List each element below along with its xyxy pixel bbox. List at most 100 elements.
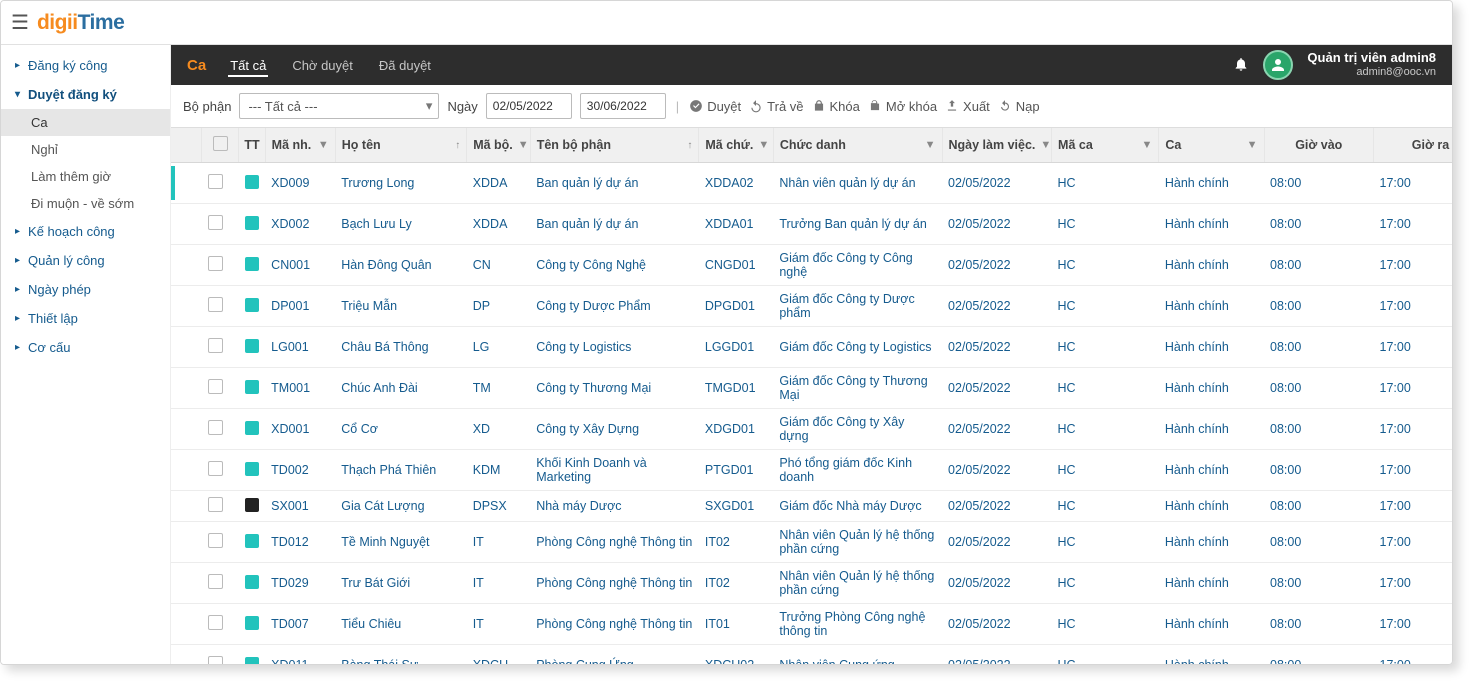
cell-ma-nv[interactable]: TD007: [265, 604, 335, 645]
sidebar-item[interactable]: Quản lý công: [1, 246, 170, 275]
cell-ngay[interactable]: 02/05/2022: [942, 327, 1052, 368]
cell-ma-bp[interactable]: XDDA: [467, 163, 531, 204]
cell-ten-bp[interactable]: Công ty Xây Dựng: [530, 409, 699, 450]
row-checkbox[interactable]: [208, 379, 223, 394]
cell-ma-bp[interactable]: XDCU: [467, 645, 531, 665]
cell-chuc-danh[interactable]: Giám đốc Công ty Dược phẩm: [773, 286, 942, 327]
cell-gio-ra[interactable]: 17:00: [1374, 522, 1452, 563]
cell-ca[interactable]: Hành chính: [1159, 163, 1264, 204]
cell-ma-cd[interactable]: IT02: [699, 563, 773, 604]
cell-gio-ra[interactable]: 17:00: [1374, 327, 1452, 368]
cell-ma-ca[interactable]: HC: [1052, 286, 1159, 327]
cell-ma-nv[interactable]: TD002: [265, 450, 335, 491]
table-row[interactable]: LG001Châu Bá ThôngLGCông ty LogisticsLGG…: [171, 327, 1452, 368]
row-checkbox[interactable]: [208, 215, 223, 230]
approve-button[interactable]: Duyệt: [689, 99, 741, 114]
cell-ngay[interactable]: 02/05/2022: [942, 163, 1052, 204]
dept-select[interactable]: --- Tất cả ---: [239, 93, 439, 119]
cell-ho-ten[interactable]: Chúc Anh Đài: [335, 368, 466, 409]
cell-ma-cd[interactable]: XDDA02: [699, 163, 773, 204]
lock-button[interactable]: Khóa: [812, 99, 860, 114]
data-grid[interactable]: TT Mã nh.▼ Họ tên↑ Mã bộ.▼ Tên bộ phận↑ …: [171, 128, 1452, 664]
select-all-checkbox[interactable]: [213, 136, 228, 151]
tab[interactable]: Tất cả: [228, 54, 268, 77]
cell-ca[interactable]: Hành chính: [1159, 450, 1264, 491]
cell-ma-cd[interactable]: IT01: [699, 604, 773, 645]
bell-icon[interactable]: [1233, 56, 1249, 75]
cell-ca[interactable]: Hành chính: [1159, 645, 1264, 665]
cell-ma-ca[interactable]: HC: [1052, 409, 1159, 450]
cell-ma-nv[interactable]: TD012: [265, 522, 335, 563]
date-to-input[interactable]: [580, 93, 666, 119]
col-chuc-danh[interactable]: Chức danh▼: [773, 128, 942, 163]
table-row[interactable]: XD009Trương LongXDDABan quản lý dự ánXDD…: [171, 163, 1452, 204]
col-tt[interactable]: TT: [239, 128, 265, 163]
cell-chuc-danh[interactable]: Trưởng Ban quản lý dự án: [773, 204, 942, 245]
cell-gio-ra[interactable]: 17:00: [1374, 645, 1452, 665]
cell-gio-vao[interactable]: 08:00: [1264, 204, 1374, 245]
sidebar-item[interactable]: Kế hoạch công: [1, 217, 170, 246]
sidebar-sub-item[interactable]: Nghỉ: [1, 136, 170, 163]
cell-ma-bp[interactable]: LG: [467, 327, 531, 368]
avatar[interactable]: [1263, 50, 1293, 80]
cell-ca[interactable]: Hành chính: [1159, 522, 1264, 563]
cell-ma-ca[interactable]: HC: [1052, 327, 1159, 368]
cell-ho-ten[interactable]: Bạch Lưu Ly: [335, 204, 466, 245]
cell-ma-cd[interactable]: IT02: [699, 522, 773, 563]
cell-ma-nv[interactable]: SX001: [265, 491, 335, 522]
cell-ma-cd[interactable]: PTGD01: [699, 450, 773, 491]
cell-chuc-danh[interactable]: Nhân viên Quản lý hệ thống phần cứng: [773, 522, 942, 563]
cell-ma-bp[interactable]: XDDA: [467, 204, 531, 245]
cell-ho-ten[interactable]: Tiểu Chiêu: [335, 604, 466, 645]
cell-ten-bp[interactable]: Phòng Công nghệ Thông tin: [530, 563, 699, 604]
cell-chuc-danh[interactable]: Giám đốc Công ty Công nghệ: [773, 245, 942, 286]
row-checkbox[interactable]: [208, 338, 223, 353]
cell-ma-nv[interactable]: XD001: [265, 409, 335, 450]
cell-ma-ca[interactable]: HC: [1052, 450, 1159, 491]
table-row[interactable]: TD002Thạch Phá ThiênKDMKhối Kinh Doanh v…: [171, 450, 1452, 491]
table-row[interactable]: DP001Triệu MẫnDPCông ty Dược PhẩmDPGD01G…: [171, 286, 1452, 327]
table-row[interactable]: TD012Tề Minh NguyệtITPhòng Công nghệ Thô…: [171, 522, 1452, 563]
cell-ten-bp[interactable]: Công ty Dược Phẩm: [530, 286, 699, 327]
export-button[interactable]: Xuất: [945, 99, 990, 114]
cell-chuc-danh[interactable]: Nhân viên quản lý dự án: [773, 163, 942, 204]
row-checkbox[interactable]: [208, 656, 223, 664]
sort-icon[interactable]: ↑: [455, 140, 460, 151]
cell-gio-ra[interactable]: 17:00: [1374, 368, 1452, 409]
tab[interactable]: Đã duyệt: [377, 54, 433, 77]
cell-ho-ten[interactable]: Hàn Đông Quân: [335, 245, 466, 286]
cell-ma-cd[interactable]: XDGD01: [699, 409, 773, 450]
cell-ma-bp[interactable]: IT: [467, 563, 531, 604]
row-checkbox[interactable]: [208, 420, 223, 435]
cell-ten-bp[interactable]: Công ty Thương Mại: [530, 368, 699, 409]
cell-ho-ten[interactable]: Châu Bá Thông: [335, 327, 466, 368]
cell-chuc-danh[interactable]: Phó tổng giám đốc Kinh doanh: [773, 450, 942, 491]
cell-ngay[interactable]: 02/05/2022: [942, 563, 1052, 604]
cell-ma-cd[interactable]: XDDA01: [699, 204, 773, 245]
cell-ma-nv[interactable]: TD029: [265, 563, 335, 604]
row-checkbox[interactable]: [208, 461, 223, 476]
cell-ma-bp[interactable]: KDM: [467, 450, 531, 491]
cell-ca[interactable]: Hành chính: [1159, 245, 1264, 286]
cell-ma-ca[interactable]: HC: [1052, 368, 1159, 409]
cell-gio-ra[interactable]: 17:00: [1374, 286, 1452, 327]
cell-ho-ten[interactable]: Trư Bát Giới: [335, 563, 466, 604]
cell-ma-cd[interactable]: XDCU02: [699, 645, 773, 665]
table-row[interactable]: XD001Cổ CơXDCông ty Xây DựngXDGD01Giám đ…: [171, 409, 1452, 450]
cell-ho-ten[interactable]: Tề Minh Nguyệt: [335, 522, 466, 563]
cell-ma-bp[interactable]: CN: [467, 245, 531, 286]
unlock-button[interactable]: Mở khóa: [868, 99, 937, 114]
cell-ten-bp[interactable]: Công ty Logistics: [530, 327, 699, 368]
row-checkbox[interactable]: [208, 533, 223, 548]
cell-ma-bp[interactable]: DPSX: [467, 491, 531, 522]
col-ma-nv[interactable]: Mã nh.▼: [265, 128, 335, 163]
cell-gio-ra[interactable]: 17:00: [1374, 563, 1452, 604]
col-ma-bp[interactable]: Mã bộ.▼: [467, 128, 531, 163]
cell-ma-cd[interactable]: SXGD01: [699, 491, 773, 522]
cell-gio-ra[interactable]: 17:00: [1374, 245, 1452, 286]
cell-ten-bp[interactable]: Nhà máy Dược: [530, 491, 699, 522]
col-ma-ca[interactable]: Mã ca▼: [1052, 128, 1159, 163]
cell-ca[interactable]: Hành chính: [1159, 204, 1264, 245]
cell-gio-ra[interactable]: 17:00: [1374, 491, 1452, 522]
cell-ma-bp[interactable]: TM: [467, 368, 531, 409]
